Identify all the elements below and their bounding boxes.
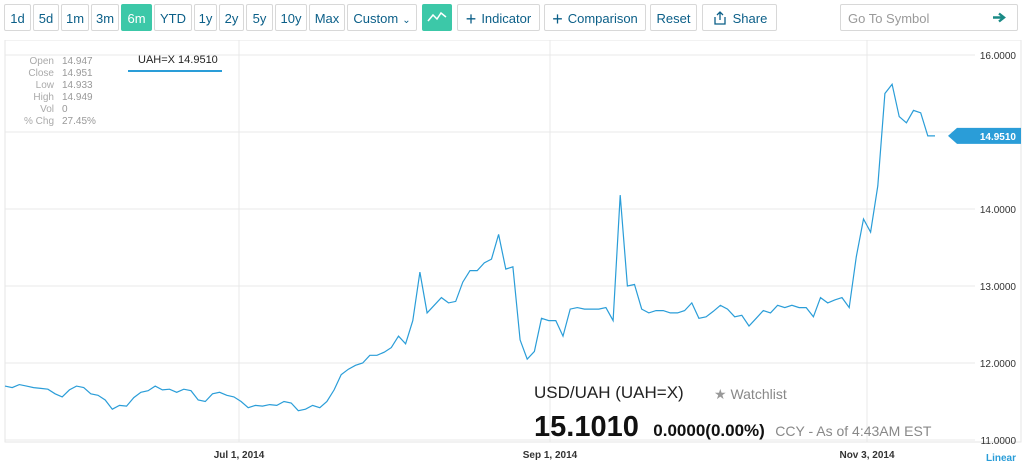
arrow-right-icon <box>993 12 1006 23</box>
ohlc-value: 14.949 <box>62 92 93 103</box>
symbol-search-input[interactable] <box>841 5 990 32</box>
chevron-down-icon: ⌄ <box>402 15 411 26</box>
ohlc-value: 14.951 <box>62 68 93 79</box>
watchlist-button[interactable]: ★ Watchlist <box>714 386 787 403</box>
quote-price: 15.1010 <box>534 411 639 443</box>
toolbar: 1d 5d 1m 3m 6m YTD 1y 2y 5y 10y Max Custom ⌄ + Indic… <box>0 0 1024 38</box>
custom-range-dropdown[interactable]: Custom ⌄ <box>347 4 417 31</box>
go-button[interactable] <box>981 5 1017 30</box>
range-button-5y[interactable]: 5y <box>246 4 273 31</box>
x-tick-label: Nov 3, 2014 <box>839 450 894 461</box>
indicator-label: Indicator <box>481 11 532 26</box>
quote-change: 0.0000 <box>653 421 706 440</box>
ohlc-label: Vol <box>40 104 54 115</box>
comparison-label: Comparison <box>567 11 638 26</box>
price-line <box>4 82 935 412</box>
plot-frame <box>4 40 1022 443</box>
range-button-3m[interactable]: 3m <box>91 4 119 31</box>
x-tick-label: Sep 1, 2014 <box>523 450 578 461</box>
range-button-ytd[interactable]: YTD <box>154 4 192 31</box>
range-button-6m[interactable]: 6m <box>121 4 152 31</box>
range-button-1d[interactable]: 1d <box>4 4 31 31</box>
custom-range-label: Custom <box>353 11 399 26</box>
ohlc-row: Low 14.933 <box>18 80 96 92</box>
indicator-button[interactable]: + Indicator <box>457 4 540 31</box>
ohlc-value: 27.45% <box>62 116 96 127</box>
x-tick-label: Jul 1, 2014 <box>214 450 265 461</box>
quote-panel: USD/UAH (UAH=X) ★ Watchlist 15.1010 0.00… <box>534 383 931 443</box>
quote-note: CCY - As of 4:43AM EST <box>775 423 932 439</box>
ohlc-panel: Open 14.947 Close 14.951 Low 14.933 High 14.949… <box>18 56 96 128</box>
scale-label: Linear <box>986 453 1016 464</box>
star-icon: ★ <box>714 386 727 402</box>
plus-icon: + <box>465 9 477 29</box>
series-tag: UAH=X 14.9510 <box>128 52 222 72</box>
ohlc-value: 0 <box>62 104 68 115</box>
ohlc-value: 14.933 <box>62 80 93 91</box>
y-tick-label: 14.0000 <box>980 205 1017 216</box>
price-row: 15.1010 0.0000(0.00%) CCY - As of 4:43AM… <box>534 411 931 444</box>
range-button-5d[interactable]: 5d <box>33 4 59 31</box>
range-button-10y[interactable]: 10y <box>275 4 307 31</box>
quote-name: USD/UAH (UAH=X) <box>534 383 684 402</box>
chart-type-button[interactable] <box>422 4 452 31</box>
ohlc-label: % Chg <box>23 116 54 127</box>
share-label: Share <box>732 11 768 26</box>
range-button-1m[interactable]: 1m <box>61 4 89 31</box>
line-chart-icon <box>427 11 447 22</box>
ohlc-row: Open 14.947 <box>18 56 96 68</box>
range-button-2y[interactable]: 2y <box>219 4 244 31</box>
last-value-label: 14.9510 <box>980 132 1017 143</box>
watchlist-label: Watchlist <box>730 386 787 402</box>
ohlc-label: Open <box>29 56 54 67</box>
ohlc-row: % Chg 27.45% <box>18 116 96 128</box>
comparison-button[interactable]: + Comparison <box>544 4 646 31</box>
reset-button[interactable]: Reset <box>650 4 697 31</box>
y-tick-label: 12.0000 <box>980 359 1017 370</box>
share-button[interactable]: Share <box>702 4 777 31</box>
y-tick-label: 13.0000 <box>980 282 1017 293</box>
ohlc-value: 14.947 <box>62 56 93 67</box>
plus-icon: + <box>552 9 563 29</box>
ohlc-label: High <box>33 92 54 103</box>
symbol-search <box>840 4 1018 32</box>
ohlc-row: High 14.949 <box>18 92 96 104</box>
range-button-max[interactable]: Max <box>309 4 345 31</box>
range-button-1y[interactable]: 1y <box>194 4 217 31</box>
y-tick-label: 16.0000 <box>980 51 1017 62</box>
y-tick-label: 11.0000 <box>981 436 1017 447</box>
quote-change-pct: (0.00%) <box>705 421 765 440</box>
share-icon <box>713 11 726 25</box>
price-chart: 16.000015.000014.000013.000012.000011.00… <box>4 40 1022 464</box>
ohlc-label: Low <box>35 80 54 91</box>
ohlc-label: Close <box>28 68 54 79</box>
ohlc-row: Vol 0 <box>18 104 96 116</box>
ohlc-row: Close 14.951 <box>18 68 96 80</box>
chart-area: 16.000015.000014.000013.000012.000011.00… <box>0 40 1024 471</box>
